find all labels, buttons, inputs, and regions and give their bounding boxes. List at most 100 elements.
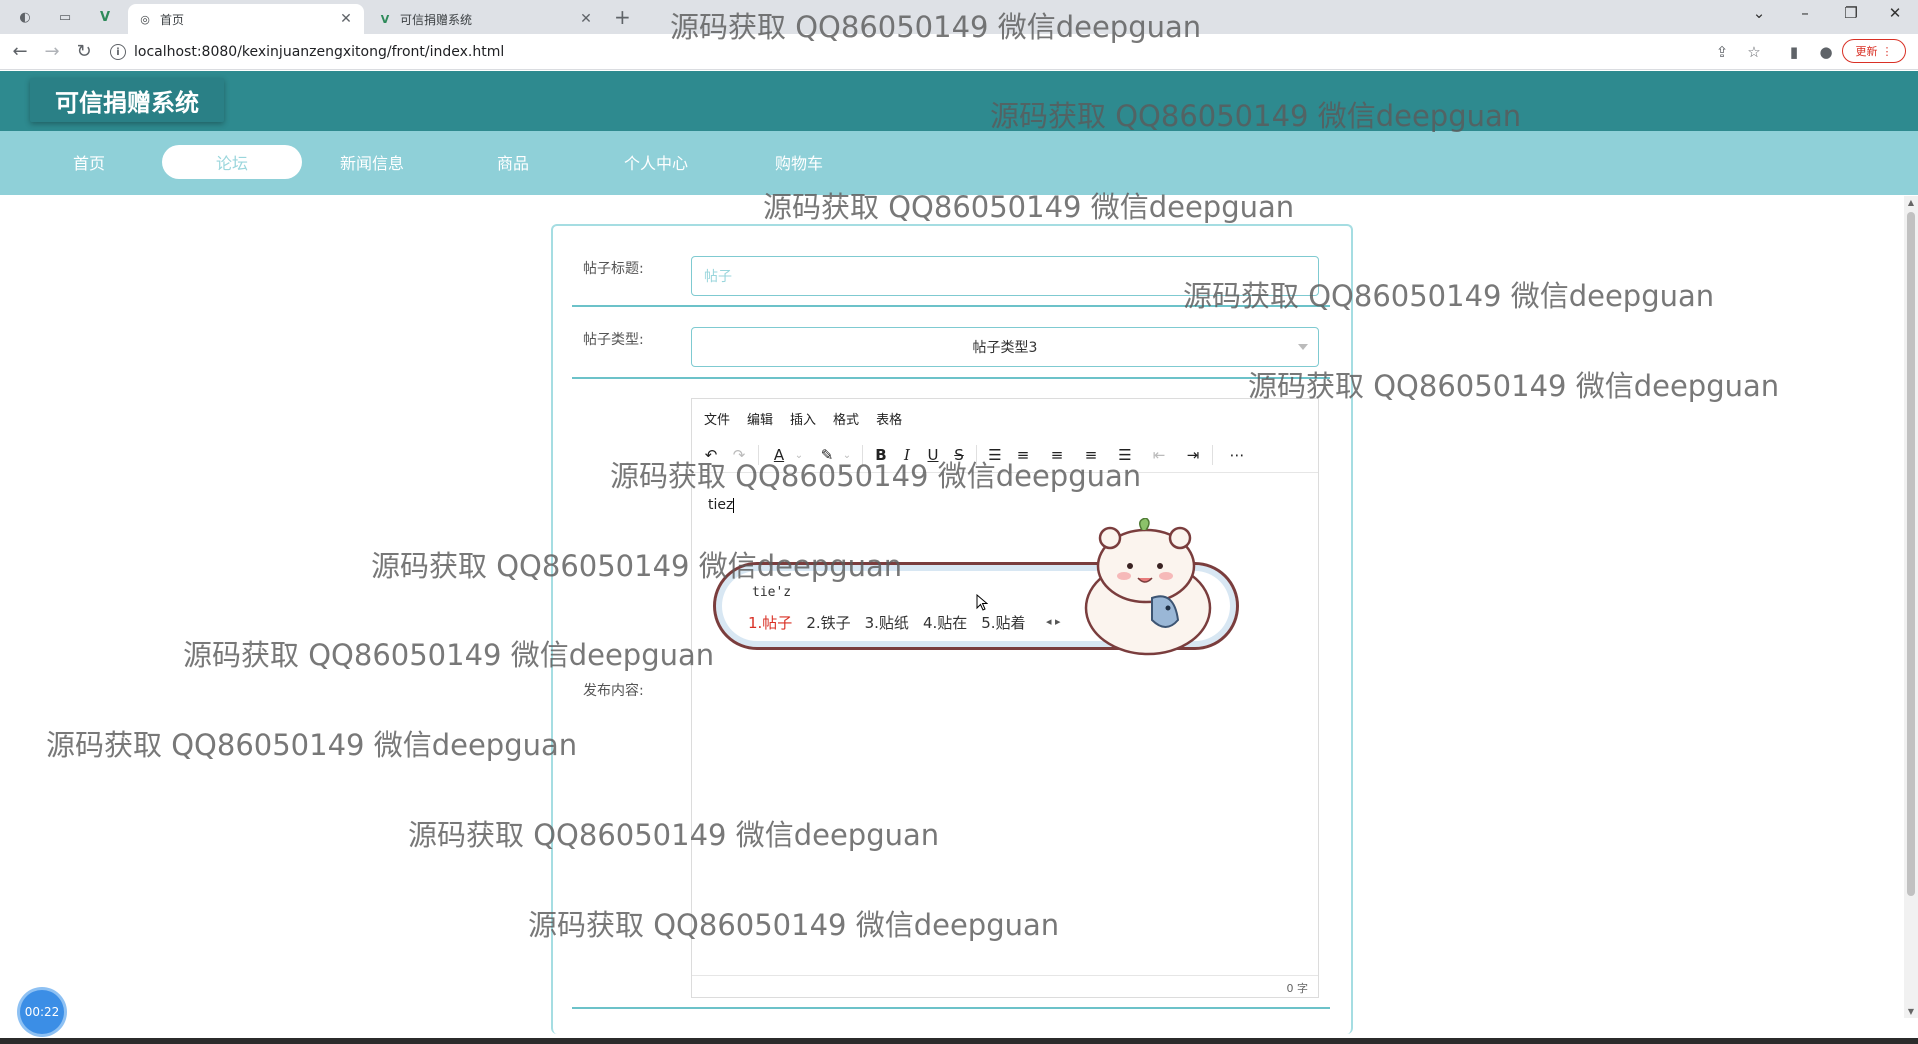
post-type-value: 帖子类型3 — [972, 340, 1038, 356]
restore-button[interactable]: ❐ — [1836, 4, 1866, 22]
italic-icon[interactable]: I — [894, 443, 920, 467]
page-scrollbar[interactable]: ▲ ▼ — [1904, 196, 1918, 1018]
menu-format[interactable]: 格式 — [833, 409, 859, 428]
strikethrough-icon[interactable]: S — [946, 443, 972, 467]
vue-icon: V — [380, 12, 390, 26]
nav-cart[interactable]: 购物车 — [729, 145, 869, 179]
mouse-cursor-icon — [976, 594, 988, 611]
ime-page-arrows[interactable]: ◂ ▸ — [1046, 615, 1061, 628]
taskbar-edge — [0, 1038, 1918, 1044]
tab-donation-system[interactable]: V 可信捐赠系统 ✕ — [368, 4, 604, 34]
divider — [572, 1007, 1330, 1009]
ime-candidate[interactable]: 5.贴着 — [981, 612, 1025, 633]
editor-toolbar: ↶ ↷ A ⌄ ✎ ⌄ B I U S ☰ ≡ ≡ ≡ ☰ ⇤ ⇥ ⋯ — [692, 437, 1318, 473]
bear-mascot-icon — [1084, 518, 1212, 656]
chevron-down-icon[interactable]: ⌄ — [834, 443, 860, 467]
info-icon[interactable]: i — [110, 44, 126, 60]
align-left-icon[interactable]: ≡ — [1010, 443, 1036, 467]
site-nav: 首页 论坛 新闻信息 商品 个人中心 购物车 — [0, 131, 1918, 195]
share-icon[interactable]: ⇪ — [1712, 43, 1732, 61]
pinned-tab-icon[interactable]: ◐ — [14, 6, 36, 28]
update-button[interactable]: 更新 ⋮ — [1842, 39, 1906, 63]
tab-search-icon[interactable]: ⌄ — [1744, 4, 1774, 22]
tab-home[interactable]: ◎ 首页 ✕ — [128, 4, 364, 34]
forward-arrow-icon[interactable]: → — [40, 41, 64, 62]
toolbar-separator — [758, 445, 759, 465]
recording-timer-badge[interactable]: 00:22 — [20, 990, 64, 1034]
outdent-icon[interactable]: ⇤ — [1146, 443, 1172, 467]
scrollbar-thumb[interactable] — [1907, 212, 1915, 896]
bold-icon[interactable]: B — [868, 443, 894, 467]
word-count: 0 字 — [1286, 982, 1309, 995]
tab-label: 可信捐赠系统 — [400, 12, 473, 27]
reload-icon[interactable]: ↻ — [72, 41, 96, 62]
redo-icon[interactable]: ↷ — [726, 443, 752, 467]
profile-icon[interactable]: ● — [1816, 43, 1836, 61]
post-title-input[interactable]: 帖子 — [691, 256, 1319, 296]
url-field[interactable]: i localhost:8080/kexinjuanzengxitong/fro… — [110, 40, 504, 64]
align-center-icon[interactable]: ≡ — [1044, 443, 1070, 467]
content-label: 发布内容: — [583, 683, 644, 699]
divider — [572, 305, 1330, 307]
indent-icon[interactable]: ⇥ — [1180, 443, 1206, 467]
editor-content[interactable]: tiez — [708, 497, 735, 513]
side-panel-icon[interactable]: ▮ — [1784, 43, 1804, 61]
menu-insert[interactable]: 插入 — [790, 409, 816, 428]
text-caret — [733, 497, 735, 513]
toolbar-separator — [862, 445, 863, 465]
more-icon[interactable]: ⋯ — [1224, 443, 1250, 467]
globe-icon: ◎ — [140, 12, 150, 26]
bookmark-star-icon[interactable]: ☆ — [1744, 43, 1764, 61]
undo-icon[interactable]: ↶ — [698, 443, 724, 467]
chevron-down-icon[interactable]: ⌄ — [786, 443, 812, 467]
ime-candidate[interactable]: 2.铁子 — [806, 612, 850, 633]
back-arrow-icon[interactable]: ← — [8, 41, 32, 62]
scroll-down-icon[interactable]: ▼ — [1904, 1007, 1918, 1016]
ime-candidate[interactable]: 1.帖子 — [748, 612, 792, 633]
site-header: 可信捐赠系统 — [0, 71, 1918, 131]
nav-news[interactable]: 新闻信息 — [302, 145, 442, 179]
ime-candidate[interactable]: 4.贴在 — [923, 612, 967, 633]
toolbar-separator — [1212, 445, 1213, 465]
menu-edit[interactable]: 编辑 — [747, 409, 773, 428]
pinned-tab-icon[interactable]: ▭ — [54, 6, 76, 28]
url-text: localhost:8080/kexinjuanzengxitong/front… — [134, 44, 505, 60]
scroll-up-icon[interactable]: ▲ — [1904, 198, 1918, 207]
editor-statusbar: 0 字 — [692, 975, 1318, 997]
ime-candidate-list: 1.帖子 2.铁子 3.贴纸 4.贴在 5.贴着 — [748, 612, 1026, 633]
close-tab-icon[interactable]: ✕ — [578, 11, 594, 27]
menu-file[interactable]: 文件 — [704, 409, 730, 428]
more-icon: ⋮ — [1881, 44, 1893, 58]
ime-composition: tie'z — [752, 585, 792, 600]
underline-icon[interactable]: U — [920, 443, 946, 467]
tab-label: 首页 — [160, 12, 185, 27]
window-close-button[interactable]: ✕ — [1880, 4, 1910, 22]
align-right-icon[interactable]: ≡ — [1078, 443, 1104, 467]
post-type-label: 帖子类型: — [583, 332, 644, 348]
align-justify-icon[interactable]: ☰ — [1112, 443, 1138, 467]
update-label: 更新 — [1855, 45, 1878, 58]
divider — [572, 377, 1330, 379]
nav-personal-center[interactable]: 个人中心 — [586, 145, 726, 179]
nav-home[interactable]: 首页 — [19, 145, 159, 179]
toolbar-separator — [976, 445, 977, 465]
minimize-button[interactable]: – — [1790, 4, 1820, 22]
post-type-select[interactable]: 帖子类型3 — [691, 327, 1319, 367]
address-bar-row: ← → ↻ i localhost:8080/kexinjuanzengxito… — [0, 34, 1918, 70]
watermark: 源码获取 QQ86050149 微信deepguan — [46, 728, 578, 762]
site-title: 可信捐赠系统 — [30, 78, 224, 122]
post-title-label: 帖子标题: — [583, 261, 644, 277]
vue-tab-icon[interactable]: V — [94, 6, 116, 28]
align-left-icon[interactable]: ☰ — [982, 443, 1008, 467]
ime-candidate[interactable]: 3.贴纸 — [865, 612, 909, 633]
menu-table[interactable]: 表格 — [876, 409, 902, 428]
editor-menubar: 文件 编辑 插入 格式 表格 — [692, 399, 1318, 437]
browser-tab-strip: ◐ ▭ V ◎ 首页 ✕ V 可信捐赠系统 ✕ + ⌄ – ❐ ✕ — [0, 0, 1918, 34]
chevron-down-icon — [1298, 344, 1308, 350]
new-tab-button[interactable]: + — [614, 5, 631, 29]
rich-text-editor: 文件 编辑 插入 格式 表格 ↶ ↷ A ⌄ ✎ ⌄ B I U S ☰ ≡ ≡… — [691, 398, 1319, 998]
nav-goods[interactable]: 商品 — [443, 145, 583, 179]
editor-text: tiez — [708, 497, 734, 513]
nav-forum[interactable]: 论坛 — [162, 145, 302, 179]
close-tab-icon[interactable]: ✕ — [338, 11, 354, 27]
